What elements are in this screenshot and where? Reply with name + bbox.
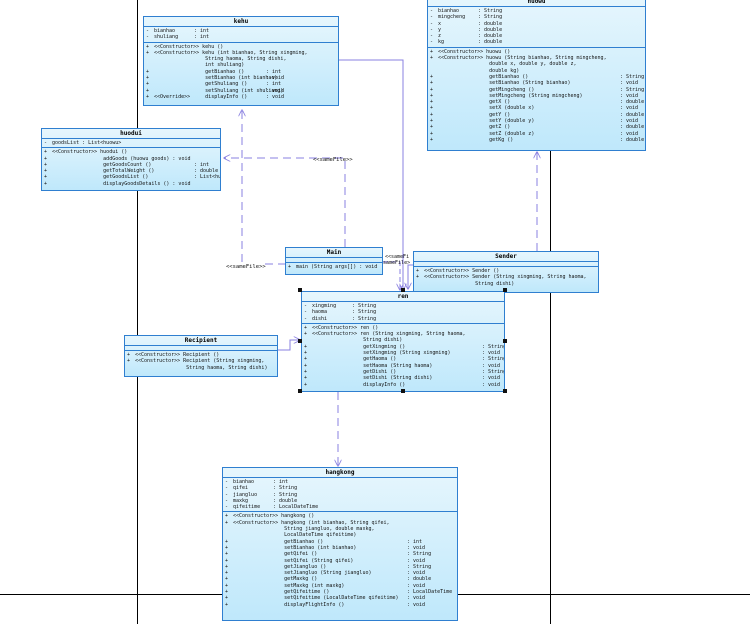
gen-recipient-ren <box>278 340 300 351</box>
attribute-row[interactable]: - qifeitime : LocalDateTime <box>225 504 455 510</box>
class-huodui[interactable]: huodui - goodsList : List<huowu> + <<Constru… <box>41 128 221 191</box>
class-title: huodui <box>42 129 220 139</box>
operation-row[interactable]: + displayFlightInfo () : void <box>225 602 455 608</box>
class-title: kehu <box>144 17 338 27</box>
visibility-marker: + <box>288 264 292 270</box>
class-title: ren <box>302 292 504 302</box>
attribute-name: qifeitime <box>233 504 261 511</box>
selection-handle-tl[interactable] <box>298 288 302 292</box>
operations-section: + <<Constructor>> hangkong () + <<Construct… <box>223 512 457 608</box>
class-title: Main <box>286 248 382 258</box>
class-sender[interactable]: Sender + <<Constructor>> Sender () + <<Const… <box>413 251 599 293</box>
attributes-section: - xingming: String - haoma: String - dishi: S… <box>302 302 504 324</box>
class-kehu[interactable]: kehu - bianhao: int - shuliang: int + <<Constr… <box>143 16 339 106</box>
attribute-name: goodsList : List<huowu> <box>52 140 122 146</box>
member-type: : void <box>482 381 501 388</box>
visibility-marker: - <box>430 39 434 46</box>
visibility-marker: + <box>430 136 434 143</box>
operations-section: + <<Constructor>> huowu () + <<Constructor>… <box>428 48 645 144</box>
selection-handle-br[interactable] <box>503 389 507 393</box>
operation-row[interactable]: String dishi) <box>416 281 596 287</box>
visibility-marker: - <box>225 504 229 511</box>
selection-handle-tr[interactable] <box>503 288 507 292</box>
dep-main-ren <box>383 261 400 290</box>
operations-section: + main (String args[]) : void <box>286 263 382 271</box>
selection-handle-tm[interactable] <box>401 288 405 292</box>
class-main[interactable]: Main + main (String args[]) : void <box>285 247 383 275</box>
attribute-name: kg <box>438 39 445 46</box>
operations-section: + <<Constructor>> Recipient () + <<Construc… <box>125 351 277 372</box>
class-title: Sender <box>414 252 598 262</box>
attributes-section: - bianhao: int - qifei: String - jiangluo: St… <box>223 478 457 513</box>
operation-row[interactable]: + displayGoodsDetails () : void <box>44 181 218 187</box>
visibility-marker: + <box>146 93 150 100</box>
operations-section: + <<Constructor>> huodui () + addGoods (hu… <box>42 148 220 188</box>
class-hangkong[interactable]: hangkong - bianhao: int - qifei: String - jian… <box>222 467 458 621</box>
visibility-marker: - <box>44 140 48 146</box>
member-type: : void <box>407 601 426 608</box>
member-type: : double <box>620 136 645 143</box>
selection-handle-ml[interactable] <box>298 339 302 343</box>
member-type: : LocalDateTime <box>273 504 319 511</box>
visibility-marker: + <box>44 180 48 187</box>
selection-handle-mr[interactable] <box>503 339 507 343</box>
attributes-section: - goodsList : List<huowu> <box>42 139 220 149</box>
attribute-row[interactable]: - kg : double <box>430 39 643 45</box>
visibility-marker: - <box>304 315 308 322</box>
operation-signature: String dishi) <box>424 280 515 287</box>
attribute-row[interactable]: - shuliang : int <box>146 34 336 40</box>
samefile-label-4: sameFile> <box>383 260 410 266</box>
operation-row[interactable]: + <<Override>> displayInfo () : void <box>146 94 336 100</box>
operations-section: + <<Constructor>> kehu () + <<Constructor>>… <box>144 43 338 102</box>
operations-section: + <<Constructor>> ren () + <<Constructor>> … <box>302 324 504 389</box>
member-type: : void <box>266 93 285 100</box>
operation-signature: main (String args[]) : void <box>296 264 378 270</box>
attribute-name: shuliang <box>154 34 179 41</box>
class-title: hangkong <box>223 468 457 478</box>
operation-signature: getKg () <box>438 136 514 143</box>
operation-row[interactable]: + main (String args[]) : void <box>288 264 380 270</box>
samefile-label-1: <<sameFile>> <box>313 157 353 163</box>
visibility-marker <box>416 281 424 287</box>
visibility-marker: + <box>304 381 308 388</box>
attribute-name: dishi <box>312 315 328 322</box>
class-recipient[interactable]: Recipient + <<Constructor>> Recipient () + <… <box>124 335 278 377</box>
attribute-row[interactable]: - goodsList : List<huowu> <box>44 140 218 146</box>
class-ren[interactable]: ren - xingming: String - haoma: String - dishi… <box>301 291 505 392</box>
attributes-section: - bianhao: int - shuliang: int <box>144 27 338 43</box>
operation-signature: displayFlightInfo () <box>233 601 345 608</box>
selection-handle-bm[interactable] <box>401 389 405 393</box>
operations-section: + <<Constructor>> Sender () + <<Constructor… <box>414 267 598 288</box>
operation-signature: String haoma, String dishi) <box>135 364 268 371</box>
class-title: Recipient <box>125 336 277 346</box>
attribute-row[interactable]: - dishi : String <box>304 316 502 322</box>
operation-row[interactable]: String haoma, String dishi) <box>127 365 275 371</box>
visibility-marker: + <box>225 601 229 608</box>
attributes-section: - bianhao: String - mingcheng: String - x: do… <box>428 7 645 48</box>
operation-signature: <<Override>> displayInfo () <box>154 93 248 100</box>
member-type: : int <box>194 34 210 41</box>
samefile-label-2: <<sameFile>> <box>226 264 266 270</box>
diagram-canvas: <<sameFile>> <<sameFile>> <<sameFi sameF… <box>0 0 750 632</box>
selection-handle-bl[interactable] <box>298 389 302 393</box>
visibility-marker <box>127 365 135 371</box>
member-type: : String <box>352 315 377 322</box>
operation-signature: displayInfo () <box>312 381 406 388</box>
class-huowu[interactable]: huowu - bianhao: String - mingcheng: String -… <box>427 0 646 151</box>
member-type: : double <box>478 39 503 46</box>
operation-row[interactable]: + getKg () : double <box>430 136 645 143</box>
operation-signature: displayGoodsDetails () : void <box>52 180 191 187</box>
operation-row[interactable]: + displayInfo () : void <box>304 382 502 388</box>
class-title: huowu <box>428 0 645 7</box>
visibility-marker: - <box>146 34 150 41</box>
